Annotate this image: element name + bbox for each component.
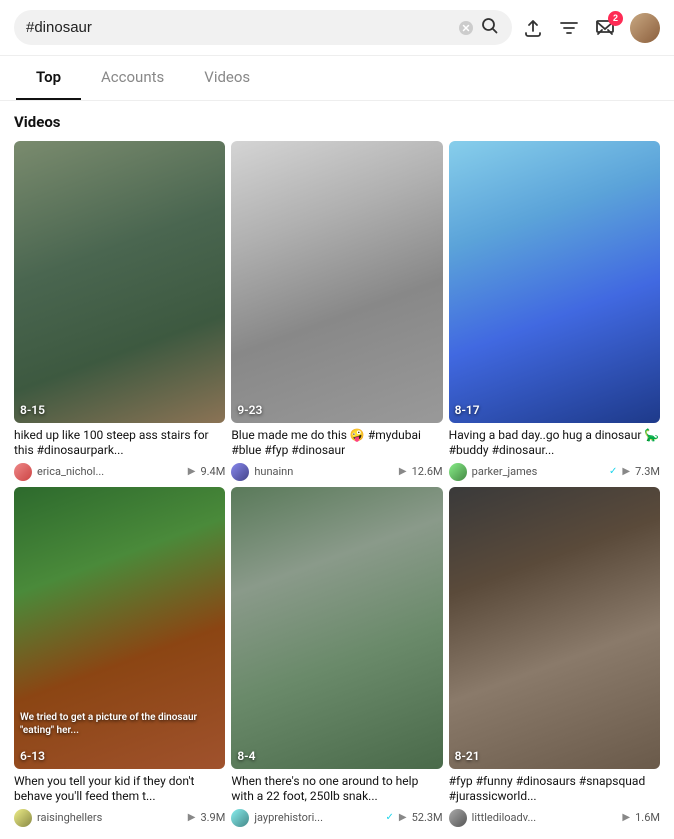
video-card[interactable]: 9-23 Blue made me do this 🤪 #mydubai #bl… <box>231 141 442 481</box>
play-icon: ▶ <box>188 812 196 823</box>
video-date-label: 9-23 <box>237 403 262 417</box>
video-date-label: 8-4 <box>237 749 255 763</box>
view-count: 7.3M <box>635 465 660 478</box>
video-grid: 8-15 hiked up like 100 steep ass stairs … <box>14 141 660 827</box>
tab-top[interactable]: Top <box>16 56 81 100</box>
video-caption: When there's no one around to help with … <box>231 774 442 805</box>
avatar[interactable] <box>630 13 660 43</box>
author-avatar <box>231 463 249 481</box>
tab-videos[interactable]: Videos <box>184 56 270 100</box>
verified-icon: ✓ <box>609 466 617 477</box>
video-thumbnail: We tried to get a picture of the dinosau… <box>14 487 225 769</box>
author-avatar <box>231 809 249 827</box>
author-username: parker_james <box>472 465 604 478</box>
video-meta: hunainn ▶ 12.6M <box>231 463 442 481</box>
view-count: 3.9M <box>200 811 225 824</box>
video-card[interactable]: 8-4 When there's no one around to help w… <box>231 487 442 827</box>
video-card[interactable]: We tried to get a picture of the dinosau… <box>14 487 225 827</box>
play-icon: ▶ <box>399 466 407 477</box>
video-thumbnail: 8-4 <box>231 487 442 769</box>
video-caption: Having a bad day..go hug a dinosaur 🦕 #b… <box>449 428 660 459</box>
clear-search-button[interactable] <box>458 20 474 36</box>
video-card[interactable]: 8-17 Having a bad day..go hug a dinosaur… <box>449 141 660 481</box>
view-count: 1.6M <box>635 811 660 824</box>
author-avatar <box>14 463 32 481</box>
video-date-label: 8-21 <box>455 749 480 763</box>
view-count: 52.3M <box>412 811 443 824</box>
header-icons: 2 <box>522 13 660 43</box>
author-avatar <box>449 809 467 827</box>
play-icon: ▶ <box>622 466 630 477</box>
filter-icon <box>558 17 580 39</box>
notification-badge: 2 <box>608 11 623 26</box>
video-meta: parker_james ✓ ▶ 7.3M <box>449 463 660 481</box>
author-avatar <box>14 809 32 827</box>
video-card[interactable]: 8-15 hiked up like 100 steep ass stairs … <box>14 141 225 481</box>
avatar-image <box>630 13 660 43</box>
view-count: 9.4M <box>200 465 225 478</box>
upload-icon <box>522 17 544 39</box>
video-meta: littlediloadv... ▶ 1.6M <box>449 809 660 827</box>
header: 2 <box>0 0 674 56</box>
video-meta: erica_nichol... ▶ 9.4M <box>14 463 225 481</box>
author-username: littlediloadv... <box>472 811 618 824</box>
video-caption: When you tell your kid if they don't beh… <box>14 774 225 805</box>
video-date-label: 8-17 <box>455 403 480 417</box>
author-username: raisinghellers <box>37 811 183 824</box>
video-thumbnail: 8-15 <box>14 141 225 423</box>
author-username: hunainn <box>254 465 394 478</box>
content-area: Videos 8-15 hiked up like 100 steep ass … <box>0 101 674 839</box>
play-icon: ▶ <box>399 812 407 823</box>
upload-button[interactable] <box>522 17 544 39</box>
video-thumbnail: 8-21 <box>449 487 660 769</box>
clear-icon <box>458 20 474 36</box>
verified-icon: ✓ <box>386 812 394 823</box>
inbox-button[interactable]: 2 <box>594 17 616 39</box>
search-icon <box>480 16 500 36</box>
play-icon: ▶ <box>622 812 630 823</box>
search-input[interactable] <box>26 19 452 36</box>
video-date-label: 6-13 <box>20 749 45 763</box>
tabs-bar: Top Accounts Videos <box>0 56 674 101</box>
author-avatar <box>449 463 467 481</box>
author-username: erica_nichol... <box>37 465 183 478</box>
search-button[interactable] <box>480 16 500 39</box>
video-date-label: 8-15 <box>20 403 45 417</box>
video-thumbnail: 9-23 <box>231 141 442 423</box>
video-thumbnail: 8-17 <box>449 141 660 423</box>
view-count: 12.6M <box>412 465 443 478</box>
tab-accounts[interactable]: Accounts <box>81 56 184 100</box>
video-caption: #fyp #funny #dinosaurs #snapsquad #juras… <box>449 774 660 805</box>
video-card[interactable]: 8-21 #fyp #funny #dinosaurs #snapsquad #… <box>449 487 660 827</box>
search-bar <box>14 10 512 45</box>
video-meta: raisinghellers ▶ 3.9M <box>14 809 225 827</box>
play-icon: ▶ <box>188 466 196 477</box>
filter-button[interactable] <box>558 17 580 39</box>
section-title: Videos <box>14 113 660 131</box>
video-meta: jayprehistori... ✓ ▶ 52.3M <box>231 809 442 827</box>
author-username: jayprehistori... <box>254 811 380 824</box>
video-caption: hiked up like 100 steep ass stairs for t… <box>14 428 225 459</box>
video-caption: Blue made me do this 🤪 #mydubai #blue #f… <box>231 428 442 459</box>
